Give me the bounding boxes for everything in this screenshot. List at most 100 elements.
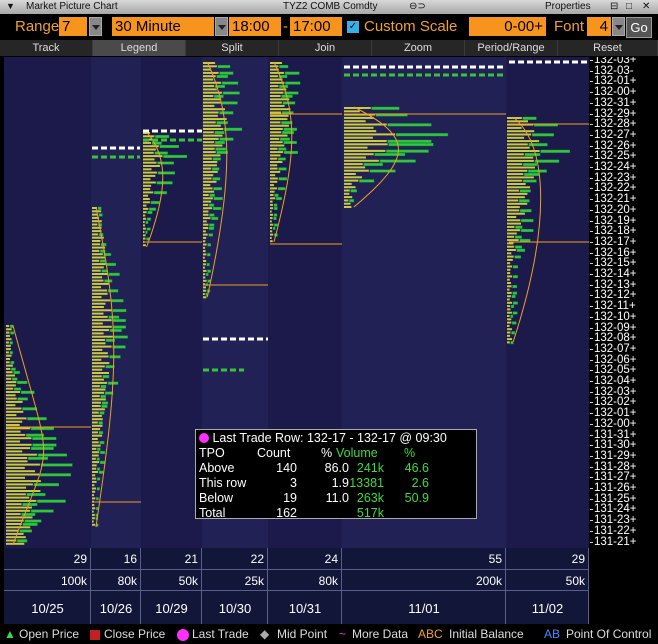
menu-join[interactable]: Join bbox=[279, 40, 372, 56]
stats-count: 162 bbox=[276, 506, 297, 520]
menu-split[interactable]: Split bbox=[186, 40, 279, 56]
session-volume: 50k bbox=[178, 574, 198, 588]
menu-zoom[interactable]: Zoom bbox=[372, 40, 465, 56]
session-tpo-count: 22 bbox=[250, 552, 264, 566]
session-volume: 100k bbox=[60, 574, 87, 588]
stats-vpct: 50.9 bbox=[404, 491, 429, 505]
interval-dropdown-icon[interactable] bbox=[215, 17, 228, 36]
initial-balance-label: Initial Balance bbox=[449, 627, 524, 641]
session-tpo-count: 55 bbox=[488, 552, 502, 566]
session-volume: 200k bbox=[475, 574, 502, 588]
session-date: 11/01 bbox=[408, 601, 440, 616]
price-axis: 132-03+ 132-03- 132-01+ 132-00+ 132-31+ 132-2… bbox=[590, 57, 658, 548]
stats-volume: 241k bbox=[356, 461, 384, 475]
tpo-profile bbox=[143, 131, 188, 248]
initial-balance-icon: ABC bbox=[418, 627, 443, 641]
mid-point-icon: ◆ bbox=[260, 627, 270, 641]
go-button[interactable]: Go bbox=[626, 17, 652, 38]
tpo-profile bbox=[270, 61, 301, 243]
toolbar: Range 7 30 Minute 18:00 - 17:00 ✓ Custom… bbox=[0, 14, 658, 40]
session-date: 10/25 bbox=[31, 601, 64, 616]
open-price-label: Open Price bbox=[19, 627, 80, 641]
session-tpo-count: 29 bbox=[571, 552, 585, 566]
tpo-profile bbox=[6, 324, 73, 546]
font-input[interactable]: 4 bbox=[587, 17, 611, 36]
title-bar: ▼ Market Picture Chart TYZ2 COMB Comdty … bbox=[0, 0, 658, 15]
stats-count: 140 bbox=[276, 461, 297, 475]
legend-bar: ▲ Open Price Close Price Last Trade ◆ Mi… bbox=[0, 624, 658, 644]
custom-scale-label: Custom Scale bbox=[364, 18, 458, 35]
stats-label: Above bbox=[199, 461, 235, 475]
stats-volume: 517k bbox=[356, 506, 384, 520]
last-trade-icon bbox=[177, 629, 189, 641]
start-time-input[interactable]: 18:00 bbox=[229, 17, 281, 36]
stats-vpct: 46.6 bbox=[404, 461, 429, 475]
stats-header: Last Trade Row: 132-17 - 132-17 @ 09:30 bbox=[212, 431, 447, 445]
session-volume: 80k bbox=[318, 574, 338, 588]
end-time-input[interactable]: 17:00 bbox=[290, 17, 342, 36]
range-dropdown-icon[interactable] bbox=[89, 17, 102, 36]
range-input[interactable]: 7 bbox=[59, 17, 87, 36]
session-summary: 29 100k 10/25 16 80k 10/26 21 50k 10/29 22 25k 10/3… bbox=[4, 548, 589, 624]
stats-volume: 13381 bbox=[349, 476, 384, 490]
open-price-icon: ▲ bbox=[4, 627, 16, 641]
session-date: 10/26 bbox=[99, 601, 133, 616]
properties-link[interactable]: Properties bbox=[545, 1, 591, 12]
session-tpo-count: 21 bbox=[184, 552, 198, 566]
close-price-label: Close Price bbox=[104, 627, 166, 641]
stats-vpct: 2.6 bbox=[411, 476, 429, 490]
window-menu-icon[interactable]: ⊟ bbox=[610, 1, 618, 12]
scale-input[interactable]: 0-00+ bbox=[469, 17, 546, 36]
session-date: 10/30 bbox=[218, 601, 252, 616]
session-date: 11/02 bbox=[531, 601, 564, 616]
last-trade-label: Last Trade bbox=[192, 627, 249, 641]
poc-label: Point Of Control bbox=[566, 627, 652, 641]
session-volume: 25k bbox=[244, 574, 264, 588]
stats-pct: 11.0 bbox=[325, 491, 349, 505]
session-volume: 80k bbox=[117, 574, 137, 588]
window-title: Market Picture Chart bbox=[26, 1, 118, 12]
stats-column-headers: TPO Count % Volume % bbox=[199, 446, 416, 460]
menu-legend[interactable]: Legend bbox=[93, 40, 186, 56]
mid-point-label: Mid Point bbox=[277, 627, 328, 641]
custom-scale-checkbox[interactable]: ✓ bbox=[347, 21, 359, 33]
last-trade-stats-panel: Last Trade Row: 132-17 - 132-17 @ 09:30 … bbox=[195, 429, 477, 521]
menu-bar: Track Legend Split Join Zoom Period/Rang… bbox=[0, 40, 658, 56]
more-data-icon: ~ bbox=[339, 627, 347, 641]
session-date: 10/31 bbox=[288, 601, 322, 616]
menu-track[interactable]: Track bbox=[0, 40, 93, 56]
maximize-icon[interactable]: □ bbox=[626, 1, 632, 12]
link-icon[interactable]: ⊖⊃ bbox=[409, 1, 426, 12]
interval-select[interactable]: 30 Minute bbox=[112, 17, 214, 36]
session-tpo-count: 29 bbox=[73, 552, 87, 566]
close-icon[interactable]: ✕ bbox=[642, 1, 650, 12]
stats-label: This row bbox=[199, 476, 247, 490]
tpo-profile bbox=[203, 61, 243, 299]
stats-row: Total 162 517k bbox=[199, 506, 474, 521]
stats-count: 19 bbox=[283, 491, 297, 505]
security-name: TYZ2 COMB Comdty bbox=[283, 1, 378, 12]
grip-icon[interactable]: ▼ bbox=[6, 1, 15, 11]
session-date: 10/29 bbox=[155, 601, 188, 616]
stats-pct: 86.0 bbox=[324, 461, 349, 475]
tpo-profile bbox=[507, 116, 570, 345]
tpo-profile bbox=[344, 106, 449, 208]
session-tpo-count: 24 bbox=[324, 552, 338, 566]
stats-pct: 1.9 bbox=[331, 476, 349, 490]
menu-period-range[interactable]: Period/Range bbox=[465, 40, 558, 56]
more-data-label: More Data bbox=[352, 627, 409, 641]
font-label: Font bbox=[554, 18, 585, 35]
last-trade-dot-icon bbox=[199, 433, 209, 443]
stats-volume: 263k bbox=[356, 491, 384, 505]
stats-label: Total bbox=[199, 506, 226, 520]
price-tick: 131-21+ bbox=[590, 535, 637, 548]
stats-count: 3 bbox=[290, 476, 297, 490]
stats-row: This row 3 1.9 13381 2.6 bbox=[199, 476, 474, 491]
tpo-profile bbox=[92, 206, 128, 528]
font-dropdown-icon[interactable] bbox=[612, 17, 625, 36]
session-volume: 50k bbox=[565, 574, 585, 588]
menu-reset[interactable]: Reset bbox=[558, 40, 658, 56]
time-separator: - bbox=[283, 18, 288, 35]
session-tpo-count: 16 bbox=[123, 552, 137, 566]
stats-row: Above 140 86.0 241k 46.6 bbox=[199, 461, 474, 476]
